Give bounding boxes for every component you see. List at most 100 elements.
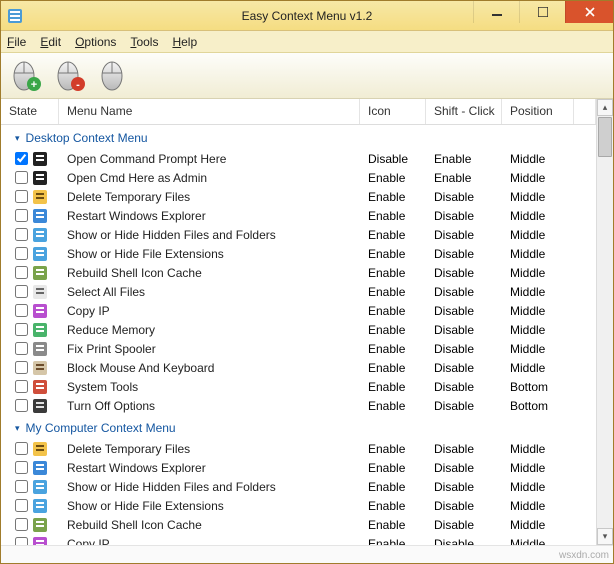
maximize-button[interactable] [519, 1, 565, 23]
row-shift-col: Disable [426, 361, 502, 375]
table-row[interactable]: Delete Temporary Files Enable Disable Mi… [1, 439, 596, 458]
table-row[interactable]: Show or Hide Hidden Files and Folders En… [1, 225, 596, 244]
mouse-icon [97, 59, 131, 93]
application-window: Easy Context Menu v1.2 File Edit Options To… [0, 0, 614, 564]
table-row[interactable]: Open Command Prompt Here Disable Enable … [1, 149, 596, 168]
row-checkbox[interactable] [15, 461, 28, 474]
row-checkbox[interactable] [15, 342, 28, 355]
row-checkbox[interactable] [15, 190, 28, 203]
menu-options[interactable]: Options [75, 35, 116, 49]
column-header-position[interactable]: Position [502, 99, 574, 124]
row-checkbox[interactable] [15, 518, 28, 531]
row-checkbox[interactable] [15, 399, 28, 412]
table-row[interactable]: Block Mouse And Keyboard Enable Disable … [1, 358, 596, 377]
brush-icon [32, 246, 48, 262]
row-checkbox[interactable] [15, 380, 28, 393]
group-header[interactable]: My Computer Context Menu [1, 415, 596, 439]
row-checkbox[interactable] [15, 323, 28, 336]
column-header-name[interactable]: Menu Name [59, 99, 360, 124]
table-row[interactable]: Show or Hide File Extensions Enable Disa… [1, 496, 596, 515]
row-name: Rebuild Shell Icon Cache [59, 266, 360, 280]
row-checkbox[interactable] [15, 228, 28, 241]
row-checkbox[interactable] [15, 442, 28, 455]
row-pos-col: Middle [502, 342, 574, 356]
menu-edit[interactable]: Edit [40, 35, 61, 49]
refresh-button[interactable] [97, 59, 131, 93]
row-icon-col: Enable [360, 342, 426, 356]
row-shift-col: Disable [426, 228, 502, 242]
uninstall-menu-button[interactable]: - [53, 59, 87, 93]
row-checkbox[interactable] [15, 480, 28, 493]
row-icon-col: Enable [360, 228, 426, 242]
title-bar[interactable]: Easy Context Menu v1.2 [1, 1, 613, 31]
scrollbar-thumb[interactable] [598, 117, 612, 157]
menu-tools[interactable]: Tools [130, 35, 158, 49]
select-all-icon [32, 284, 48, 300]
row-name: Block Mouse And Keyboard [59, 361, 360, 375]
group-header[interactable]: Desktop Context Menu [1, 125, 596, 149]
row-checkbox[interactable] [15, 247, 28, 260]
column-header-shift[interactable]: Shift - Click [426, 99, 502, 124]
table-row[interactable]: Fix Print Spooler Enable Disable Middle [1, 339, 596, 358]
row-checkbox[interactable] [15, 209, 28, 222]
cmd-icon [32, 151, 48, 167]
table-row[interactable]: Copy IP Enable Disable Middle [1, 534, 596, 545]
table-row[interactable]: Copy IP Enable Disable Middle [1, 301, 596, 320]
menu-tree[interactable]: State Menu Name Icon Shift - Click Posit… [1, 99, 596, 545]
table-row[interactable]: Restart Windows Explorer Enable Disable … [1, 206, 596, 225]
row-shift-col: Disable [426, 442, 502, 456]
power-icon [32, 398, 48, 414]
svg-text:-: - [76, 79, 80, 91]
row-icon-col: Enable [360, 171, 426, 185]
scrollbar-track[interactable] [597, 158, 613, 528]
table-row[interactable]: Turn Off Options Enable Disable Bottom [1, 396, 596, 415]
row-pos-col: Middle [502, 152, 574, 166]
row-checkbox[interactable] [15, 152, 28, 165]
row-pos-col: Bottom [502, 380, 574, 394]
row-checkbox[interactable] [15, 304, 28, 317]
row-name: Show or Hide Hidden Files and Folders [59, 228, 360, 242]
table-row[interactable]: Reduce Memory Enable Disable Middle [1, 320, 596, 339]
table-row[interactable]: Restart Windows Explorer Enable Disable … [1, 458, 596, 477]
row-checkbox[interactable] [15, 285, 28, 298]
close-button[interactable] [565, 1, 613, 23]
row-checkbox[interactable] [15, 537, 28, 545]
row-checkbox[interactable] [15, 499, 28, 512]
table-row[interactable]: Rebuild Shell Icon Cache Enable Disable … [1, 263, 596, 282]
row-checkbox[interactable] [15, 266, 28, 279]
vertical-scrollbar[interactable]: ▴ ▾ [596, 99, 613, 545]
row-shift-col: Disable [426, 247, 502, 261]
row-pos-col: Middle [502, 461, 574, 475]
table-row[interactable]: Select All Files Enable Disable Middle [1, 282, 596, 301]
row-shift-col: Disable [426, 285, 502, 299]
column-header-state[interactable]: State [1, 99, 59, 124]
row-name: Open Command Prompt Here [59, 152, 360, 166]
scroll-up-button[interactable]: ▴ [597, 99, 613, 116]
row-checkbox[interactable] [15, 361, 28, 374]
row-shift-col: Disable [426, 304, 502, 318]
row-shift-col: Disable [426, 342, 502, 356]
table-row[interactable]: Show or Hide Hidden Files and Folders En… [1, 477, 596, 496]
app-icon [7, 8, 23, 24]
minimize-button[interactable] [473, 1, 519, 23]
table-row[interactable]: System Tools Enable Disable Bottom [1, 377, 596, 396]
row-pos-col: Bottom [502, 399, 574, 413]
row-shift-col: Enable [426, 171, 502, 185]
column-header-icon[interactable]: Icon [360, 99, 426, 124]
row-name: Show or Hide File Extensions [59, 499, 360, 513]
row-shift-col: Disable [426, 499, 502, 513]
row-checkbox[interactable] [15, 171, 28, 184]
table-row[interactable]: Rebuild Shell Icon Cache Enable Disable … [1, 515, 596, 534]
row-icon-col: Enable [360, 518, 426, 532]
menu-help[interactable]: Help [172, 35, 197, 49]
row-pos-col: Middle [502, 480, 574, 494]
row-icon-col: Enable [360, 285, 426, 299]
table-row[interactable]: Show or Hide File Extensions Enable Disa… [1, 244, 596, 263]
apply-changes-button[interactable]: + [9, 59, 43, 93]
row-icon-col: Enable [360, 190, 426, 204]
table-row[interactable]: Delete Temporary Files Enable Disable Mi… [1, 187, 596, 206]
menu-file[interactable]: File [7, 35, 26, 49]
folder-eye-icon [32, 479, 48, 495]
scroll-down-button[interactable]: ▾ [597, 528, 613, 545]
table-row[interactable]: Open Cmd Here as Admin Enable Enable Mid… [1, 168, 596, 187]
